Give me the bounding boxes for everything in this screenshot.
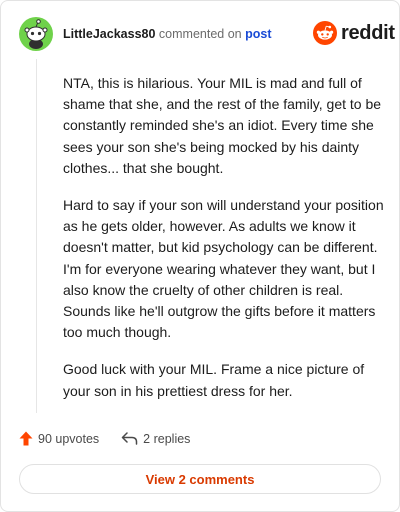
- comment-paragraph: Hard to say if your son will understand …: [63, 197, 384, 341]
- comment-paragraph: Good luck with your MIL. Frame a nice pi…: [63, 361, 365, 399]
- user-avatar[interactable]: [19, 17, 53, 51]
- username-link[interactable]: LittleJackass80: [63, 27, 155, 41]
- reddit-snoo-icon: [313, 21, 337, 45]
- upvote-button[interactable]: 90 upvotes: [19, 431, 99, 446]
- comment-card: LittleJackass80 commented on post reddit…: [0, 0, 400, 512]
- thread-line[interactable]: [36, 59, 37, 413]
- comment-paragraph: NTA, this is hilarious. Your MIL is mad …: [63, 75, 382, 176]
- view-comments-button[interactable]: View 2 comments: [19, 464, 381, 494]
- reddit-logo[interactable]: reddit: [313, 21, 395, 45]
- replies-count: 2 replies: [143, 431, 191, 446]
- replies-button[interactable]: 2 replies: [121, 432, 190, 446]
- comment-actions: 90 upvotes 2 replies: [19, 431, 190, 446]
- commented-on-text: commented on: [158, 27, 242, 41]
- snoo-avatar-icon: [19, 17, 53, 51]
- upvote-count: 90 upvotes: [38, 431, 100, 446]
- reddit-wordmark: reddit: [341, 21, 395, 44]
- post-link[interactable]: post: [245, 27, 271, 41]
- comment-header: LittleJackass80 commented on post: [63, 26, 271, 42]
- upvote-arrow-icon: [19, 431, 33, 446]
- comment-body: NTA, this is hilarious. Your MIL is mad …: [63, 73, 385, 418]
- reply-arrow-icon: [121, 432, 138, 445]
